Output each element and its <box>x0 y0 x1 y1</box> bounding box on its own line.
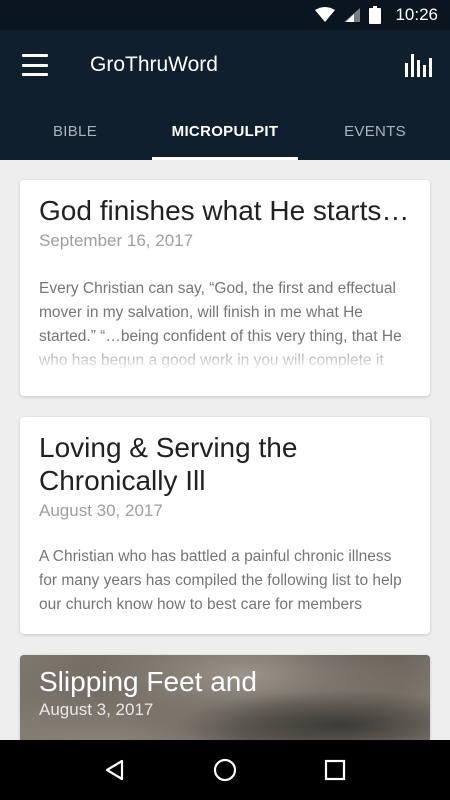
wifi-icon <box>315 7 336 22</box>
status-time: 10:26 <box>395 5 438 24</box>
post-date: August 3, 2017 <box>39 700 154 719</box>
app-bar: GroThruWord <box>0 30 450 102</box>
tab-bar: BIBLE MICROPULPIT EVENTS <box>0 102 450 160</box>
system-nav-bar <box>0 740 450 800</box>
tab-events[interactable]: EVENTS <box>300 102 450 160</box>
tab-bible[interactable]: BIBLE <box>0 102 150 160</box>
back-icon[interactable] <box>95 750 135 790</box>
recents-icon[interactable] <box>315 750 355 790</box>
cell-signal-icon <box>344 8 361 22</box>
post-excerpt: Every Christian can say, “God, the first… <box>39 280 402 369</box>
tab-micropulpit[interactable]: MICROPULPIT <box>150 102 300 160</box>
post-title: God finishes what He starts… <box>39 195 410 226</box>
post-excerpt: A Christian who has battled a painful ch… <box>39 548 402 613</box>
app-title: GroThruWord <box>90 53 218 76</box>
post-list[interactable]: God finishes what He starts… September 1… <box>0 160 450 740</box>
post-date: September 16, 2017 <box>39 231 194 250</box>
hamburger-menu-icon[interactable] <box>22 54 48 76</box>
post-title: Loving & Serving the Chronically Ill <box>39 432 298 496</box>
post-card-with-image[interactable]: Slipping Feet and August 3, 2017 <box>20 655 430 740</box>
home-icon[interactable] <box>205 750 245 790</box>
post-date: August 30, 2017 <box>39 501 163 520</box>
post-card[interactable]: God finishes what He starts… September 1… <box>20 180 430 396</box>
post-card[interactable]: Loving & Serving the Chronically Ill Aug… <box>20 417 430 634</box>
post-title: Slipping Feet and <box>39 666 257 697</box>
battery-icon <box>369 6 382 24</box>
status-bar: 10:26 <box>0 0 450 30</box>
bar-chart-icon[interactable] <box>404 51 432 79</box>
